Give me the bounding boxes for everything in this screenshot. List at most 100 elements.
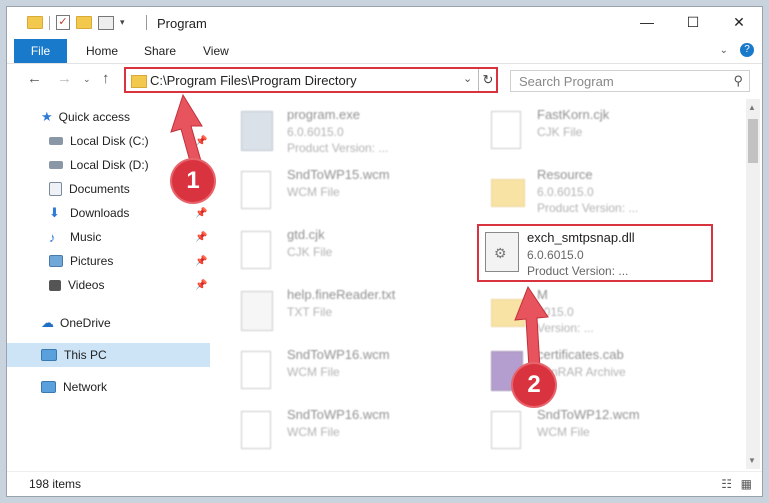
sidebar-item-label: Network [63,380,108,394]
ribbon: File Home Share View ⌄ ? [7,39,762,64]
file-item[interactable]: Resource 6.0.6015.0 Product Version: ... [487,163,717,215]
window-controls: — ☐ ✕ [624,7,762,37]
file-name: gtd.cjk [287,227,325,242]
file-info: CJK File [287,245,333,259]
sidebar-item-quick-access[interactable]: ★ Quick access [7,105,210,129]
pin-icon[interactable]: 📌 [195,232,207,243]
file-info: WCM File [287,365,340,379]
text-file-icon [241,291,273,331]
scroll-thumb[interactable] [748,119,758,163]
back-button[interactable]: ← [27,70,42,87]
computer-icon [41,349,57,361]
window-title: Program [157,16,207,31]
vertical-scrollbar[interactable]: ▲ ▼ [746,99,760,469]
help-icon[interactable]: ? [740,43,754,57]
pin-icon[interactable]: 📌 [195,280,207,291]
sidebar-item-label: Downloads [70,206,130,220]
tab-share[interactable]: Share [144,44,176,58]
file-icon [241,411,271,449]
file-item[interactable]: SndToWP12.wcm WCM File [487,403,717,455]
file-item[interactable]: SndToWP15.wcm WCM File [237,163,467,215]
search-input[interactable]: Search Program ⚲ [510,70,750,92]
file-info: TXT File [287,305,333,319]
file-item[interactable]: gtd.cjk CJK File [237,223,467,275]
highlighted-file-item[interactable]: ⚙ exch_smtpsnap.dll 6.0.6015.0 Product V… [477,224,713,282]
refresh-icon[interactable]: ↻ [478,69,497,91]
tab-view[interactable]: View [203,44,229,58]
drive-icon [49,137,63,145]
pictures-icon [49,255,63,267]
sidebar-item-videos[interactable]: Videos 📌 [7,273,210,297]
sidebar-item-network[interactable]: Network [7,375,210,399]
details-view-icon[interactable]: ☷ [721,477,732,491]
file-info: 6.0.6015.0 [287,125,344,139]
sidebar-item-onedrive[interactable]: ☁ OneDrive [7,311,210,335]
sidebar-item-label: This PC [64,348,107,362]
file-info: Product Version: ... [537,201,639,215]
recent-locations-icon[interactable]: ⌄ [83,74,91,85]
file-info: 6.0.6015.0 [527,248,584,262]
file-item[interactable]: SndToWP16.wcm WCM File [237,343,467,395]
up-button[interactable]: ↑ [102,70,110,87]
folder-icon [27,16,43,29]
properties-icon[interactable] [98,15,114,30]
minimize-button[interactable]: — [624,7,670,37]
file-item[interactable]: M 6015.0 Version: ... [487,283,717,335]
tab-home[interactable]: Home [86,44,118,58]
customize-toolbar-icon[interactable]: ▾ [120,17,125,28]
sidebar-item-music[interactable]: ♪ Music 📌 [7,225,210,249]
address-path[interactable]: C:\Program Files\Program Directory [150,73,357,88]
file-item[interactable]: help.fineReader.txt TXT File [237,283,467,335]
file-info: WCM File [537,425,590,439]
music-icon: ♪ [49,229,56,245]
drive-icon [49,161,63,169]
new-folder-icon[interactable] [76,16,92,29]
address-bar[interactable]: C:\Program Files\Program Directory ⌄ ↻ [124,67,498,93]
file-item[interactable]: SndToWP16.wcm WCM File [237,403,467,455]
large-icons-view-icon[interactable]: ▦ [741,477,752,491]
folder-icon [131,75,147,88]
file-icon [491,111,521,149]
file-name: SndToWP16.wcm [287,407,390,422]
sidebar-item-pictures[interactable]: Pictures 📌 [7,249,210,273]
sidebar-item-label: Quick access [58,110,131,124]
title-bar: ✓ ▾ Program — ☐ ✕ [7,7,762,39]
documents-icon [49,182,62,196]
sidebar-item-downloads[interactable]: ⬇ Downloads 📌 [7,201,210,225]
file-info: Version: ... [537,321,594,335]
file-name: exch_smtpsnap.dll [527,230,635,245]
search-icon[interactable]: ⚲ [733,73,743,89]
file-info: WCM File [287,185,340,199]
file-name: SndToWP15.wcm [287,167,390,182]
file-item[interactable]: FastKorn.cjk CJK File [487,103,717,155]
toolbar-divider [49,15,50,30]
forward-button[interactable]: → [57,70,72,87]
file-name: SndToWP12.wcm [537,407,640,422]
videos-icon [49,279,61,291]
address-dropdown-icon[interactable]: ⌄ [463,72,472,85]
sidebar-item-this-pc[interactable]: This PC [7,343,210,367]
pin-icon[interactable]: 📌 [195,256,207,267]
scroll-up-icon[interactable]: ▲ [748,103,756,112]
scroll-down-icon[interactable]: ▼ [748,456,756,465]
maximize-button[interactable]: ☐ [670,7,716,37]
search-placeholder: Search Program [519,74,614,89]
sidebar-item-local-disk-c[interactable]: Local Disk (C:) 📌 [7,129,210,153]
sidebar-item-label: Local Disk (C:) [70,134,149,148]
file-tab[interactable]: File [14,39,67,63]
file-name: help.fineReader.txt [287,287,396,302]
network-icon [41,381,56,393]
sidebar-item-label: Local Disk (D:) [70,158,149,172]
close-button[interactable]: ✕ [716,7,762,37]
file-item[interactable]: program.exe 6.0.6015.0 Product Version: … [237,103,467,155]
file-info: WCM File [287,425,340,439]
file-name: SndToWP16.wcm [287,347,390,362]
pin-icon[interactable]: 📌 [195,208,207,219]
star-icon: ★ [41,109,53,124]
properties-check-icon[interactable]: ✓ [56,15,70,30]
file-name: M [537,287,548,302]
pin-icon[interactable]: 📌 [195,136,207,147]
expand-ribbon-icon[interactable]: ⌄ [720,45,728,56]
exe-icon [241,111,273,151]
file-icon [241,351,271,389]
